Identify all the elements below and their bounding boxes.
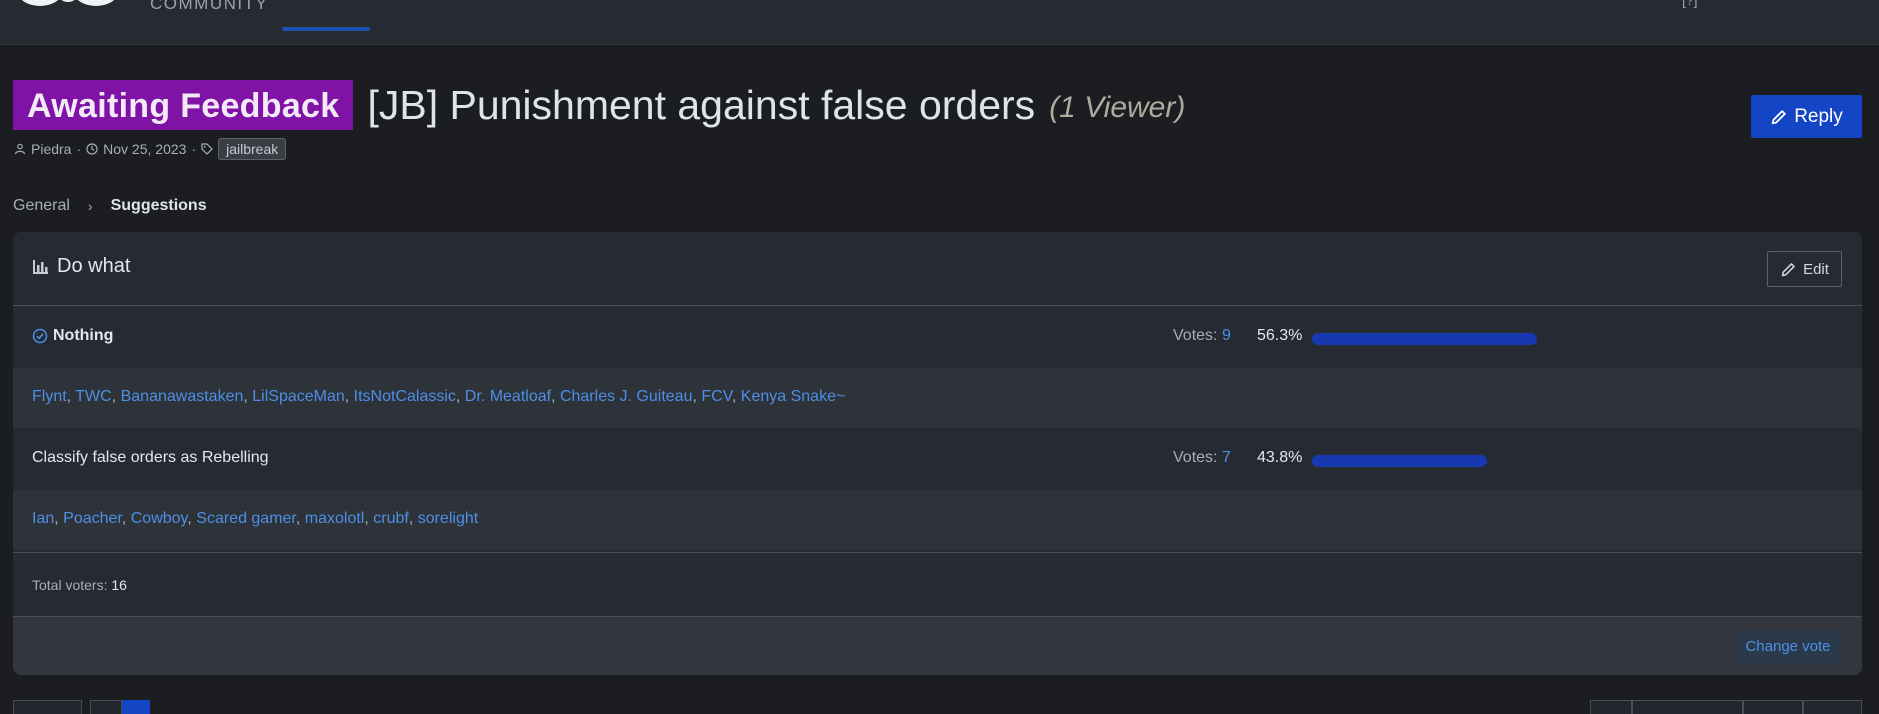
check-circle-icon	[32, 328, 48, 344]
vote-count: Votes: 9	[1173, 327, 1231, 345]
meta-separator: ·	[76, 141, 82, 157]
poll-option-label: Classify false orders as Rebelling	[32, 449, 269, 467]
bottom-right-button[interactable]	[1743, 700, 1803, 714]
voter-link[interactable]: Flynt	[32, 388, 67, 405]
chevron-right-icon: ›	[87, 198, 93, 214]
voter-separator: ,	[243, 388, 253, 405]
poll-option-text: Classify false orders as Rebelling	[32, 449, 269, 466]
voter-separator: ,	[731, 388, 741, 405]
voter-link[interactable]: Charles J. Guiteau	[560, 388, 693, 405]
bar-chart-icon	[33, 260, 48, 274]
pagination-current[interactable]	[122, 700, 150, 714]
voter-separator: ,	[111, 388, 121, 405]
voter-list: Ian, Poacher, Cowboy, Scared gamer, maxo…	[32, 510, 478, 528]
breadcrumb-suggestions[interactable]: Suggestions	[111, 197, 207, 215]
vote-bar-fill	[1312, 333, 1538, 345]
community-text: COMMUNITY	[150, 0, 269, 13]
bottom-right-button[interactable]	[1803, 700, 1862, 714]
clock-icon	[86, 143, 98, 155]
top-navigation-bar: COMMUNITY [?]	[0, 0, 1879, 45]
thread-author[interactable]: Piedra	[31, 141, 71, 157]
voter-separator: ,	[121, 510, 131, 527]
bottom-right-button[interactable]	[1590, 700, 1632, 714]
thread-title-row: Awaiting Feedback [JB] Punishment agains…	[13, 80, 1185, 130]
reply-button[interactable]: Reply	[1751, 95, 1862, 138]
prefix-badge[interactable]: Awaiting Feedback	[13, 80, 354, 130]
voter-link[interactable]: maxolotl	[305, 510, 365, 527]
votes-label: Votes:	[1173, 449, 1218, 466]
thread-date[interactable]: Nov 25, 2023	[103, 141, 186, 157]
top-right-menu[interactable]: [?]	[1682, 0, 1698, 8]
voter-separator: ,	[551, 388, 560, 405]
poll-title: Do what	[32, 255, 130, 278]
total-voters-label: Total voters:	[32, 577, 108, 593]
voter-link[interactable]: LilSpaceMan	[252, 388, 345, 405]
voter-link[interactable]: ItsNotCalassic	[354, 388, 456, 405]
voter-separator: ,	[408, 510, 418, 527]
tag-jailbreak[interactable]: jailbreak	[218, 138, 287, 160]
poll-option-label: Nothing	[32, 327, 113, 345]
pencil-icon	[1781, 262, 1795, 276]
poll-option: Classify false orders as Rebelling Votes…	[13, 428, 1862, 490]
vote-count: Votes: 7	[1173, 449, 1231, 467]
votes-number[interactable]: 9	[1222, 327, 1231, 344]
voter-link[interactable]: sorelight	[418, 510, 478, 527]
pencil-icon	[1772, 109, 1786, 124]
reply-label: Reply	[1794, 105, 1843, 127]
poll-block: Do what Edit Nothing Votes: 9 56.3% Flyn…	[13, 232, 1862, 675]
voter-separator: ,	[455, 388, 465, 405]
voter-link[interactable]: Cowboy	[131, 510, 188, 527]
voter-link[interactable]: Kenya Snake~	[741, 388, 846, 405]
vote-bar	[1312, 333, 1712, 345]
community-logo[interactable]	[16, 0, 120, 16]
change-vote-button[interactable]: Change vote	[1735, 630, 1841, 663]
poll-question: Do what	[57, 255, 131, 277]
voter-link[interactable]: Bananawastaken	[121, 388, 244, 405]
voter-link[interactable]: Ian	[32, 510, 54, 527]
bottom-controls	[0, 700, 1879, 714]
thread-meta: Piedra · Nov 25, 2023 · jailbreak	[14, 137, 287, 161]
voter-separator: ,	[344, 388, 354, 405]
voter-link[interactable]: FCV	[701, 388, 732, 405]
voter-link[interactable]: Scared gamer	[196, 510, 296, 527]
meta-separator: ·	[191, 141, 197, 157]
breadcrumb-general[interactable]: General	[13, 197, 70, 215]
voter-separator: ,	[364, 510, 374, 527]
edit-poll-button[interactable]: Edit	[1767, 251, 1842, 287]
poll-footer: Change vote	[13, 616, 1862, 675]
vote-bar	[1312, 455, 1712, 467]
vote-percentage: 56.3%	[1257, 327, 1303, 344]
user-icon	[14, 143, 26, 155]
bottom-button[interactable]	[13, 700, 82, 714]
total-voters: Total voters: 16	[32, 577, 127, 593]
poll-header: Do what Edit	[13, 232, 1862, 306]
poll-option: Nothing Votes: 9 56.3%	[13, 306, 1862, 368]
tag-icon	[201, 143, 213, 155]
breadcrumb: General › Suggestions	[13, 197, 207, 215]
voter-link[interactable]: Dr. Meatloaf	[465, 388, 551, 405]
voter-list: Flynt, TWC, Bananawastaken, LilSpaceMan,…	[32, 388, 845, 406]
poll-option-text: Nothing	[53, 327, 114, 344]
viewer-count: (1 Viewer)	[1049, 91, 1186, 124]
thread-title: [JB] Punishment against false orders	[367, 82, 1036, 128]
votes-number[interactable]: 7	[1222, 449, 1231, 466]
voter-link[interactable]: crubf	[373, 510, 409, 527]
voter-separator: ,	[66, 388, 76, 405]
total-voters-row: Total voters: 16	[13, 552, 1862, 616]
pagination-prev[interactable]	[90, 700, 122, 714]
voter-separator: ,	[295, 510, 305, 527]
voter-separator: ,	[187, 510, 197, 527]
voter-list-row: Flynt, TWC, Bananawastaken, LilSpaceMan,…	[13, 368, 1862, 428]
vote-percentage: 43.8%	[1257, 449, 1303, 466]
votes-label: Votes:	[1173, 327, 1218, 344]
bottom-right-button[interactable]	[1632, 700, 1743, 714]
voter-separator: ,	[54, 510, 64, 527]
voter-link[interactable]: Poacher	[63, 510, 122, 527]
active-nav-indicator	[282, 27, 370, 31]
edit-label: Edit	[1803, 260, 1829, 278]
total-voters-value: 16	[111, 577, 127, 593]
voter-list-row: Ian, Poacher, Cowboy, Scared gamer, maxo…	[13, 490, 1862, 550]
vote-bar-fill	[1312, 455, 1488, 467]
voter-link[interactable]: TWC	[75, 388, 111, 405]
